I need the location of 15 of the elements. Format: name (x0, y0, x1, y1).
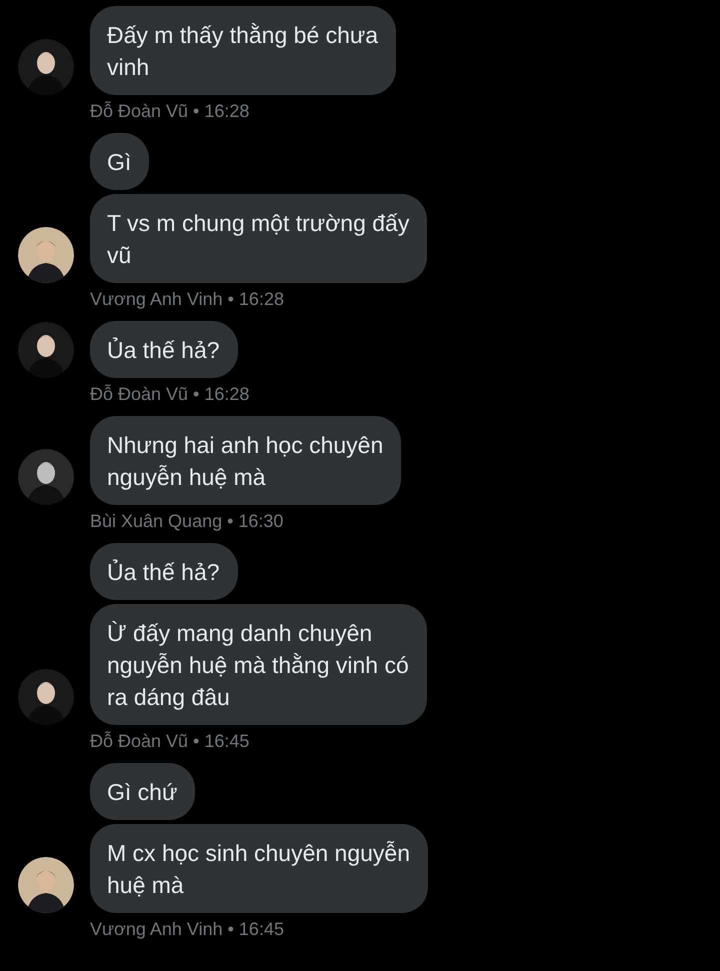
sender-time: Đỗ Đoàn Vũ • 16:45 (90, 730, 250, 753)
sender-time: Đỗ Đoàn Vũ • 16:28 (90, 383, 250, 406)
sender-time: Vương Anh Vinh • 16:45 (90, 918, 285, 941)
message-bubble: Nhưng hai anh học chuyên nguyễn huệ mà (90, 416, 402, 505)
message-bubble: Đấy m thấy thằng bé chưa vinh (90, 6, 396, 95)
sender-time: Đỗ Đoàn Vũ • 16:28 (90, 100, 250, 123)
sender-time: Bùi Xuân Quang • 16:30 (90, 510, 284, 533)
message-bubble: Gì chứ (90, 763, 196, 820)
sender-time: Vương Anh Vinh • 16:28 (90, 288, 285, 311)
message-bubble: Ủa thế hả? (90, 321, 238, 378)
message-bubble: Gì (90, 133, 150, 190)
message-bubble: M cx học sinh chuyên nguyễn huệ mà (90, 824, 428, 913)
message-bubble: Ừ đấy mang danh chuyên nguyễn huệ mà thằng vinh có ra dáng đâu (90, 604, 427, 725)
message-bubble: Ủa thế hả? (90, 543, 238, 600)
message-bubble: T vs m chung một trường đấy vũ (90, 194, 428, 283)
